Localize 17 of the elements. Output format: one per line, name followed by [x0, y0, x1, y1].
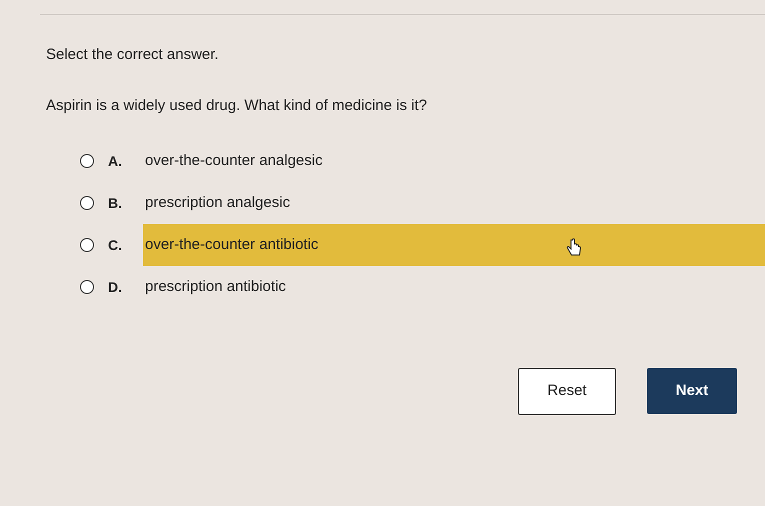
option-text[interactable]: over-the-counter analgesic — [145, 150, 323, 172]
radio-button[interactable] — [80, 280, 94, 294]
instruction-text: Select the correct answer. — [46, 45, 219, 65]
radio-button[interactable] — [80, 196, 94, 210]
option-letter: D. — [108, 278, 123, 296]
option-letter: B. — [108, 194, 123, 212]
radio-button[interactable] — [80, 154, 94, 168]
option-text[interactable]: prescription analgesic — [145, 192, 290, 214]
hand-cursor-icon — [566, 238, 584, 258]
next-button[interactable]: Next — [647, 368, 737, 414]
option-letter: C. — [108, 236, 123, 254]
option-letter: A. — [108, 152, 123, 170]
radio-button[interactable] — [80, 238, 94, 252]
option-text[interactable]: over-the-counter antibiotic — [145, 234, 318, 256]
question-text: Aspirin is a widely used drug. What kind of medicine is it? — [46, 96, 428, 116]
option-text[interactable]: prescription antibiotic — [145, 276, 286, 298]
reset-button[interactable]: Reset — [518, 368, 616, 415]
